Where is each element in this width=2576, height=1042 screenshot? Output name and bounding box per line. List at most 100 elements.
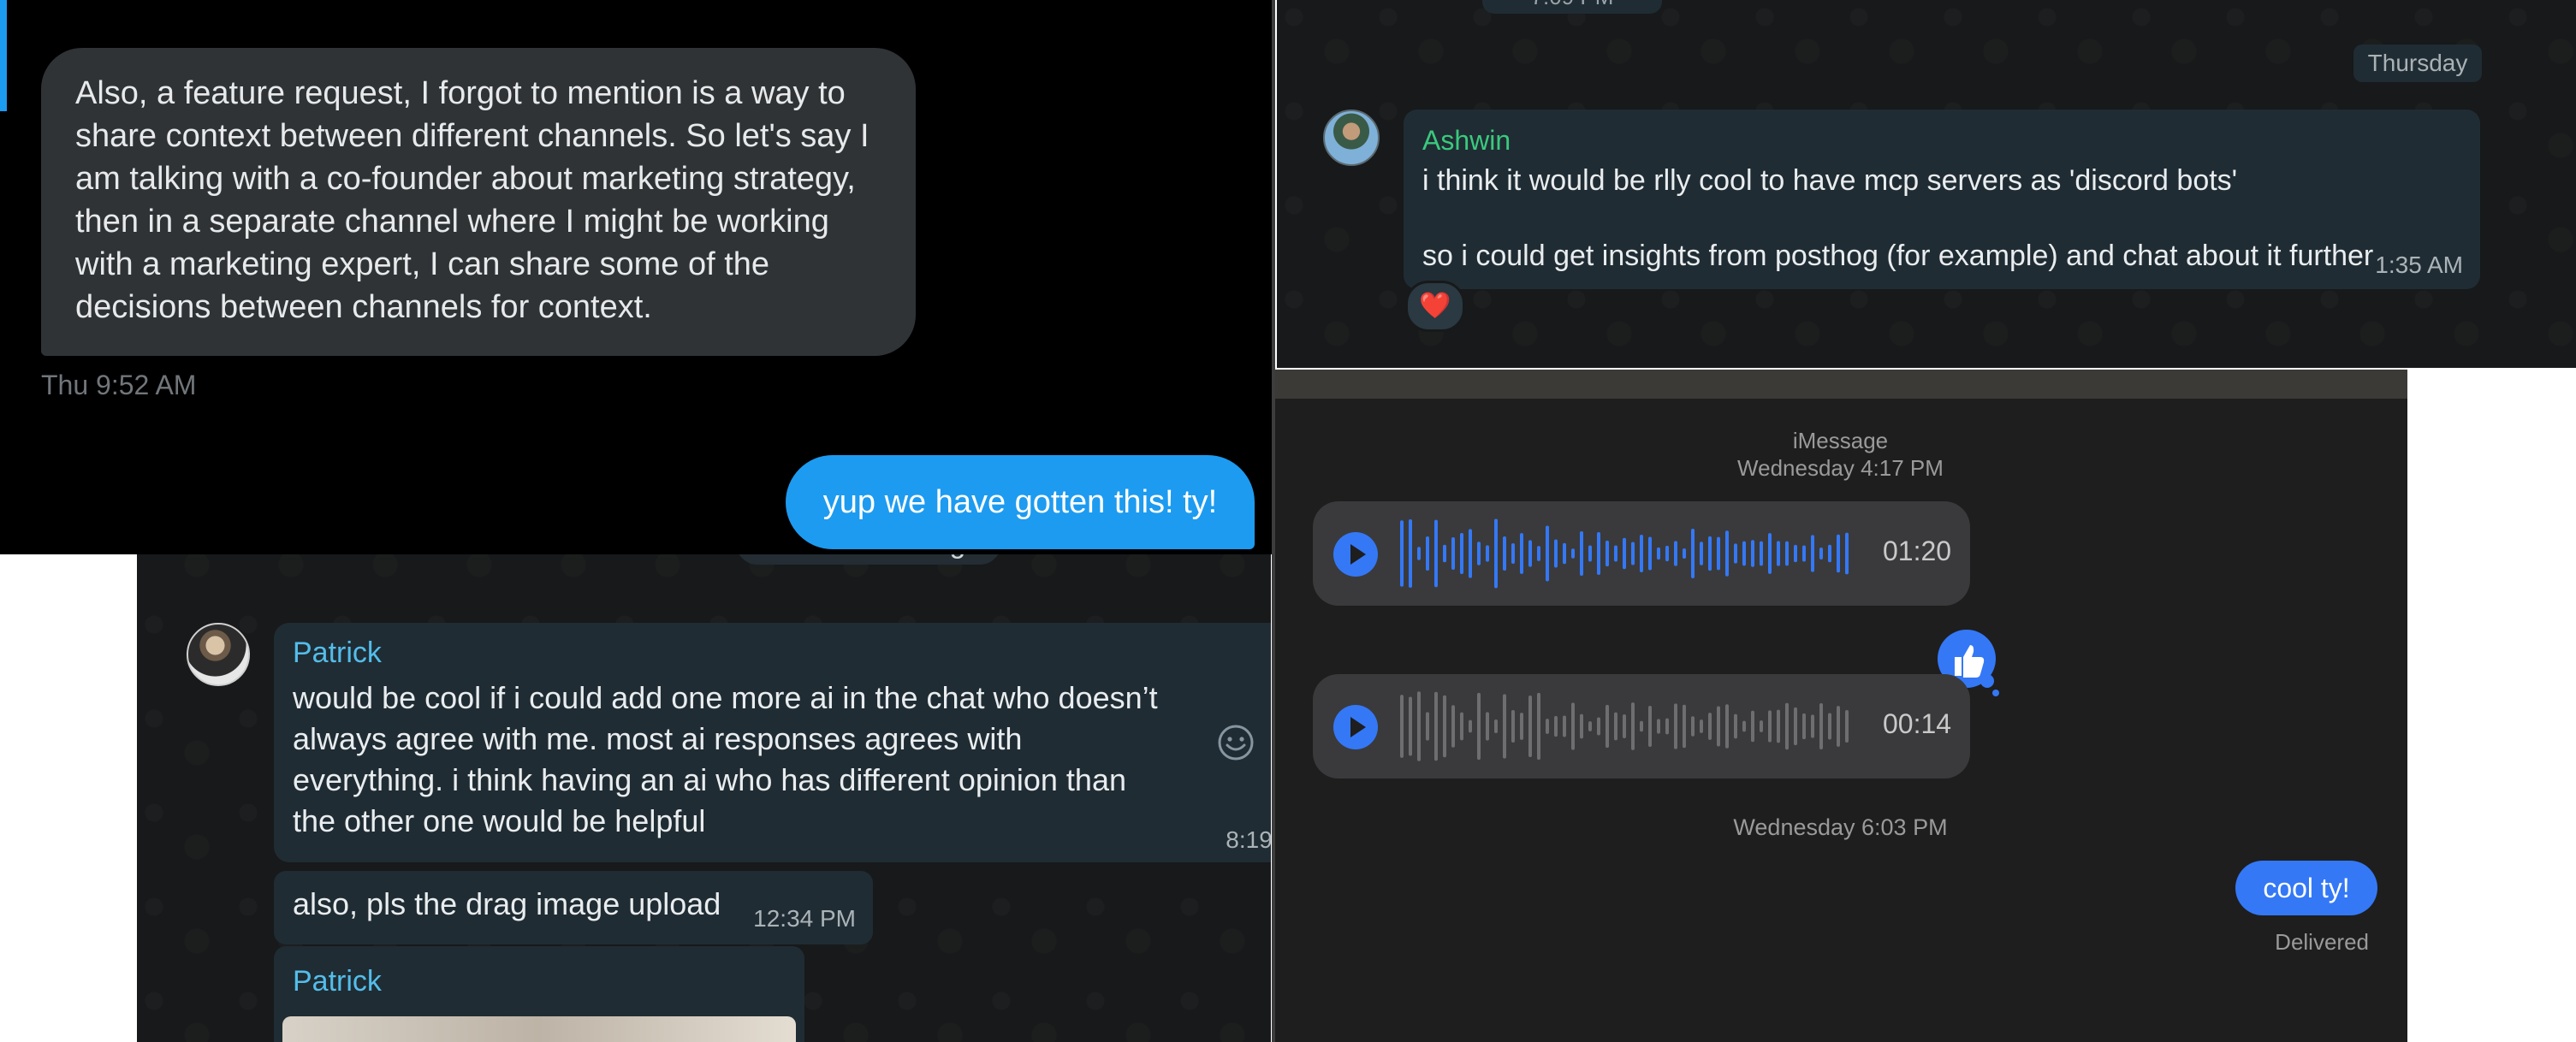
waveform-bar [1777, 709, 1780, 743]
waveform-bar [1451, 705, 1455, 748]
waveform-bar [1606, 704, 1609, 749]
waveform-bar [1631, 542, 1635, 565]
waveform-bar [1674, 703, 1677, 749]
message-bubble-followup[interactable]: also, pls the drag image upload 12:34 PM [274, 871, 873, 944]
waveform-bar [1794, 707, 1797, 746]
waveform-bar [1537, 546, 1540, 561]
delivery-status: Delivered [2275, 929, 2369, 955]
waveform-bar [1665, 718, 1669, 735]
message-line: so i could get insights from posthog (fo… [1422, 240, 2374, 272]
waveform-bar [1494, 518, 1498, 589]
waveform-bar [1503, 536, 1506, 571]
whatsapp-chat-panel: 3 unread messages Patrick would be cool … [137, 513, 1271, 1042]
play-icon[interactable] [1332, 530, 1380, 578]
waveform-bar [1819, 703, 1823, 749]
message-timestamp: Thu 9:52 AM [41, 370, 197, 400]
waveform-bar [1580, 530, 1583, 577]
waveform-bar [1777, 541, 1780, 566]
waveform-bar [1614, 545, 1617, 562]
waveform-bar [1546, 525, 1549, 582]
play-icon[interactable] [1332, 703, 1380, 751]
service-label: iMessage [1792, 428, 1889, 453]
message-line: i think it would be rlly cool to have mc… [1422, 164, 2238, 197]
waveform-bar [1845, 532, 1849, 575]
waveform-bar [1511, 710, 1515, 743]
waveform-bar [1520, 713, 1523, 740]
waveform-bar [1717, 706, 1720, 747]
waveform-bar [1631, 702, 1635, 750]
waveform-bar [1477, 542, 1481, 565]
waveform-bar [1700, 542, 1703, 565]
waveform-bar [1828, 713, 1831, 740]
emoji-reaction-icon[interactable] [1217, 724, 1255, 761]
audio-message[interactable]: 01:20 [1313, 501, 1970, 606]
audio-duration: 01:20 [1883, 536, 1952, 566]
waveform-bar [1640, 720, 1643, 732]
waveform-bar [1417, 547, 1421, 560]
sender-name[interactable]: Patrick [293, 636, 382, 670]
waveform-bar [1528, 696, 1532, 757]
waveform-bar [1794, 544, 1797, 563]
waveform-bar [1554, 539, 1558, 568]
sent-message-bubble[interactable]: yup we have gotten this! ty! [786, 455, 1255, 549]
waveform-bar [1683, 548, 1686, 559]
waveform-bar [1494, 719, 1498, 733]
sender-name[interactable]: Patrick [293, 965, 382, 998]
message-bubble-image[interactable]: Patrick [274, 946, 804, 1042]
message-time: 12:34 PM [753, 905, 856, 932]
waveform-bar [1802, 545, 1806, 562]
message-text: Also, a feature request, I forgot to men… [75, 75, 870, 325]
sender-name[interactable]: Ashwin [1422, 125, 1511, 157]
waveform-bar [1400, 695, 1404, 758]
waveform-bar [1768, 710, 1772, 743]
avatar[interactable] [187, 623, 250, 686]
waveform-bar [1443, 544, 1446, 563]
waveform-bar [1674, 541, 1677, 566]
message-bubble-ashwin[interactable]: Ashwin i think it would be rlly cool to … [1404, 110, 2480, 289]
avatar[interactable] [1323, 110, 1380, 166]
waveform-bar [1460, 712, 1463, 741]
waveform-bar [1623, 537, 1626, 570]
waveform-bar [1751, 540, 1754, 567]
waveform-bar [1742, 541, 1746, 566]
message-bubble-patrick[interactable]: Patrick would be cool if i could add one… [274, 623, 1271, 862]
received-message-bubble[interactable]: Also, a feature request, I forgot to men… [41, 48, 916, 356]
waveform-bar [1563, 715, 1566, 737]
waveform-bar [1409, 519, 1412, 588]
waveform-bar [1554, 715, 1558, 737]
waveform-bar [1802, 713, 1806, 740]
message-text: would be cool if i could add one more ai… [293, 680, 1158, 838]
waveform-bar [1742, 720, 1746, 732]
image-attachment[interactable] [282, 1016, 796, 1042]
waveform-bar [1580, 713, 1583, 739]
message-time-clipped: 7:09 PM [1482, 0, 1662, 14]
waveform-bar [1845, 709, 1849, 743]
waveform [1400, 518, 1849, 589]
waveform-bar [1400, 520, 1404, 587]
waveform-bar [1563, 542, 1566, 565]
audio-duration: 00:14 [1883, 708, 1952, 739]
timestamp-label: Wednesday 4:17 PM [1737, 455, 1944, 481]
heart-reaction-badge[interactable]: ❤️ [1405, 281, 1465, 332]
waveform-bar [1417, 691, 1421, 761]
waveform-bar [1725, 704, 1729, 749]
waveform-bar [1828, 544, 1831, 563]
waveform-bar [1426, 712, 1429, 741]
waveform-bar [1409, 696, 1412, 756]
imessage-panel: iMessage Wednesday 4:17 PM 01:20 00:14 W… [1273, 370, 2407, 1042]
direct-message-panel: Also, a feature request, I forgot to men… [0, 0, 1273, 554]
waveform-bar [1768, 533, 1772, 574]
waveform-bar [1623, 714, 1626, 738]
waveform-bar [1665, 545, 1669, 562]
waveform-bar [1469, 529, 1472, 578]
waveform-bar [1837, 706, 1840, 747]
waveform-bar [1486, 712, 1489, 741]
sent-message-bubble[interactable]: cool ty! [2235, 861, 2377, 915]
waveform-bar [1588, 721, 1592, 731]
waveform-bar [1443, 695, 1446, 758]
audio-message[interactable]: 00:14 [1313, 674, 1970, 779]
waveform-bar [1614, 712, 1617, 741]
message-time: 1:35 AM [2375, 252, 2463, 278]
scroll-indicator[interactable] [0, 0, 7, 111]
waveform-bar [1477, 692, 1481, 761]
